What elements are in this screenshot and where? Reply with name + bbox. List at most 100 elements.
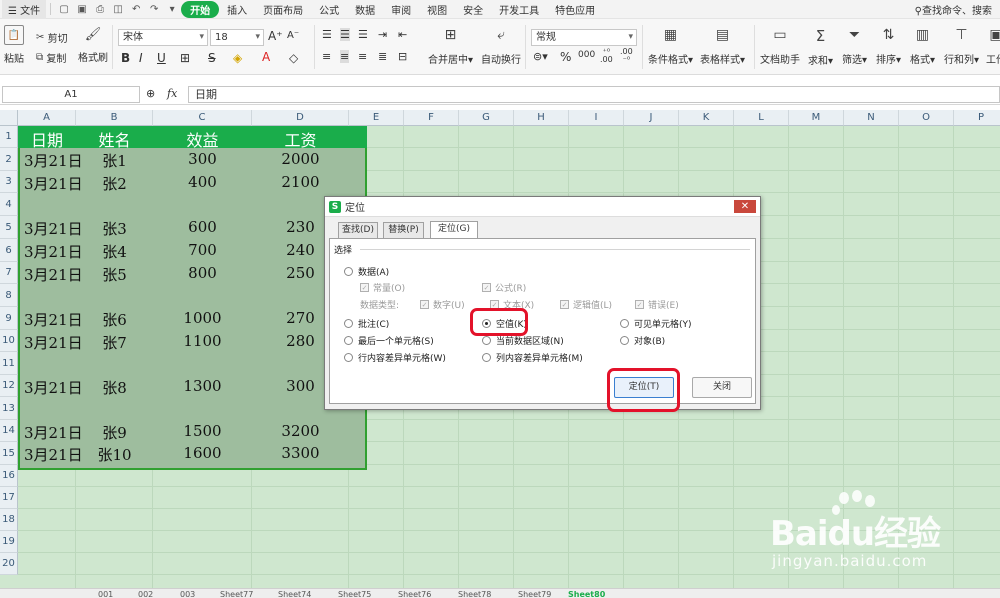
column-header-m[interactable]: M xyxy=(789,110,844,126)
chevron-down-icon[interactable]: ▾ xyxy=(165,2,179,16)
print-icon[interactable]: ⎙ xyxy=(93,2,107,16)
zoom-icon[interactable]: ⊕ xyxy=(146,87,155,100)
tab-special[interactable]: 特色应用 xyxy=(547,2,603,17)
column-header-h[interactable]: H xyxy=(514,110,569,126)
file-menu[interactable]: ☰ 文件 xyxy=(2,0,47,19)
header-cell[interactable]: 日期 xyxy=(31,127,63,151)
check-constant[interactable]: ✓ 常量(O) xyxy=(360,281,405,294)
decrease-decimal-icon[interactable]: .00 ⁻⁰ xyxy=(620,48,633,64)
fill-color-icon[interactable]: ◈ xyxy=(233,51,242,65)
table-cell[interactable]: 张2 xyxy=(102,173,127,194)
number-format-select[interactable]: 常规 xyxy=(531,29,637,46)
table-cell[interactable]: 300 xyxy=(286,377,315,395)
column-header-j[interactable]: J xyxy=(624,110,679,126)
merge-center-button[interactable]: ⊞ 合并居中▾ xyxy=(428,27,473,66)
header-cell[interactable]: 效益 xyxy=(186,127,218,151)
row-header-2[interactable]: 2 xyxy=(0,148,18,171)
sheet-tab[interactable]: Sheet74 xyxy=(278,590,311,598)
tab-page-layout[interactable]: 页面布局 xyxy=(255,2,311,17)
formula-input[interactable]: 日期 xyxy=(188,86,1000,103)
table-cell[interactable]: 3200 xyxy=(281,422,319,440)
tab-insert[interactable]: 插入 xyxy=(219,2,255,17)
align-bottom-icon[interactable]: ☰ xyxy=(358,28,368,41)
row-header-17[interactable]: 17 xyxy=(0,487,18,509)
table-cell[interactable]: 300 xyxy=(188,150,217,168)
column-header-e[interactable]: E xyxy=(349,110,404,126)
header-cell[interactable]: 姓名 xyxy=(98,127,130,151)
table-cell[interactable]: 3月21日 xyxy=(24,264,83,285)
tab-review[interactable]: 审阅 xyxy=(383,2,419,17)
percent-icon[interactable]: % xyxy=(560,50,571,64)
column-header-f[interactable]: F xyxy=(404,110,459,126)
table-cell[interactable]: 3月21日 xyxy=(24,241,83,262)
tab-find[interactable]: 查找(D) xyxy=(338,222,378,239)
table-cell[interactable]: 1500 xyxy=(183,422,221,440)
tab-goto[interactable]: 定位(G) xyxy=(430,221,478,239)
increase-decimal-icon[interactable]: ⁺⁰ .00 xyxy=(600,48,613,64)
conditional-format-button[interactable]: ▦ 条件格式▾ xyxy=(648,27,693,66)
table-cell[interactable]: 张4 xyxy=(102,241,127,262)
table-cell[interactable]: 张9 xyxy=(102,422,127,443)
table-cell[interactable]: 张10 xyxy=(97,444,131,465)
sheet-tab[interactable]: Sheet75 xyxy=(338,590,371,598)
undo-icon[interactable]: ↶ xyxy=(129,2,143,16)
row-header-18[interactable]: 18 xyxy=(0,509,18,531)
wrap-text-button[interactable]: ⤶ 自动换行 xyxy=(481,27,521,66)
preview-icon[interactable]: ◫ xyxy=(111,2,125,16)
clear-format-icon[interactable]: ◇ xyxy=(289,51,298,65)
font-name-select[interactable]: 宋体 xyxy=(118,29,208,46)
table-cell[interactable]: 230 xyxy=(286,218,315,236)
close-icon[interactable]: ✕ xyxy=(734,200,756,213)
strikethrough-icon[interactable]: S̶ xyxy=(208,51,216,65)
column-header-n[interactable]: N xyxy=(844,110,899,126)
table-cell[interactable]: 270 xyxy=(286,309,315,327)
tab-formulas[interactable]: 公式 xyxy=(311,2,347,17)
row-header-15[interactable]: 15 xyxy=(0,442,18,465)
sheet-tab[interactable]: Sheet79 xyxy=(518,590,551,598)
font-size-select[interactable]: 18 xyxy=(210,29,264,46)
table-cell[interactable]: 张1 xyxy=(102,150,127,171)
align-right-icon[interactable]: ≡ xyxy=(358,50,367,63)
row-header-20[interactable]: 20 xyxy=(0,553,18,575)
underline-icon[interactable]: U xyxy=(157,51,166,65)
table-cell[interactable]: 600 xyxy=(188,218,217,236)
row-header-8[interactable]: 8 xyxy=(0,284,18,307)
align-top-icon[interactable]: ☰ xyxy=(322,28,332,41)
doc-helper-button[interactable]: ▭ 文档助手 xyxy=(760,27,800,66)
header-cell[interactable]: 工资 xyxy=(284,127,316,151)
table-cell[interactable]: 3300 xyxy=(281,444,319,462)
table-cell[interactable]: 3月21日 xyxy=(24,218,83,239)
column-header-g[interactable]: G xyxy=(459,110,514,126)
column-header-a[interactable]: A xyxy=(18,110,76,126)
tab-replace[interactable]: 替换(P) xyxy=(383,222,424,239)
column-header-o[interactable]: O xyxy=(899,110,954,126)
row-header-1[interactable]: 1 xyxy=(0,126,18,148)
table-cell[interactable]: 1600 xyxy=(183,444,221,462)
column-header-p[interactable]: P xyxy=(954,110,1000,126)
row-header-7[interactable]: 7 xyxy=(0,262,18,284)
column-header-d[interactable]: D xyxy=(252,110,349,126)
border-icon[interactable]: ⊞ xyxy=(180,51,190,65)
bold-icon[interactable]: B xyxy=(121,51,130,65)
check-logical[interactable]: ✓ 逻辑值(L) xyxy=(560,298,612,311)
cut-button[interactable]: ✂ 剪切 xyxy=(36,30,68,45)
align-left-icon[interactable]: ≡ xyxy=(322,50,331,63)
table-cell[interactable]: 张7 xyxy=(102,332,127,353)
font-shrink-icon[interactable]: A⁻ xyxy=(287,30,299,41)
table-cell[interactable]: 1300 xyxy=(183,377,221,395)
table-cell[interactable]: 400 xyxy=(188,173,217,191)
font-color-icon[interactable]: A xyxy=(262,50,270,64)
row-header-11[interactable]: 11 xyxy=(0,352,18,375)
table-cell[interactable]: 800 xyxy=(188,264,217,282)
table-cell[interactable]: 张8 xyxy=(102,377,127,398)
check-error[interactable]: ✓ 错误(E) xyxy=(635,298,679,311)
align-center-icon[interactable]: ≡ xyxy=(340,50,350,63)
row-header-14[interactable]: 14 xyxy=(0,420,18,442)
sum-button[interactable]: Σ 求和▾ xyxy=(808,27,833,67)
save-icon[interactable]: ▣ xyxy=(75,2,89,16)
table-cell[interactable]: 240 xyxy=(286,241,315,259)
radio-col-diff[interactable]: 列内容差异单元格(M) xyxy=(482,351,583,364)
align-middle-icon[interactable]: ☰ xyxy=(340,28,350,41)
table-cell[interactable]: 2000 xyxy=(281,150,319,168)
tab-view[interactable]: 视图 xyxy=(419,2,455,17)
